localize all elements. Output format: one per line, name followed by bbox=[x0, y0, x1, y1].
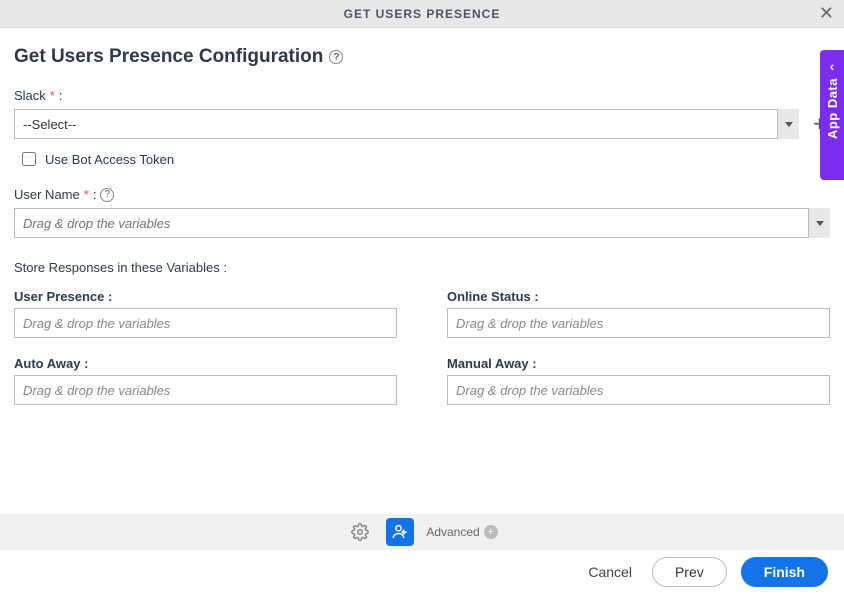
slack-field-row: + bbox=[14, 109, 830, 139]
bottom-toolbar: Advanced + bbox=[0, 514, 844, 550]
username-input[interactable] bbox=[14, 208, 830, 238]
bot-token-checkbox-row[interactable]: Use Bot Access Token bbox=[18, 149, 830, 169]
header-bar: GET USERS PRESENCE ✕ bbox=[0, 0, 844, 28]
user-assign-icon[interactable] bbox=[386, 518, 414, 546]
response-grid: User Presence : Auto Away : Online Statu… bbox=[14, 289, 830, 405]
advanced-button[interactable]: Advanced + bbox=[426, 525, 497, 539]
auto-away-field: Auto Away : bbox=[14, 356, 397, 405]
slack-select[interactable] bbox=[14, 109, 799, 139]
close-icon[interactable]: ✕ bbox=[819, 4, 834, 22]
auto-away-input[interactable] bbox=[14, 375, 397, 405]
slack-label: Slack * : bbox=[14, 88, 830, 103]
colon: : bbox=[93, 187, 97, 202]
slack-label-text: Slack bbox=[14, 88, 46, 103]
advanced-label: Advanced bbox=[426, 525, 479, 539]
response-col-left: User Presence : Auto Away : bbox=[14, 289, 397, 405]
online-status-input[interactable] bbox=[447, 308, 830, 338]
manual-away-label: Manual Away : bbox=[447, 356, 830, 371]
config-form: Get Users Presence Configuration ? Slack… bbox=[0, 28, 844, 405]
store-responses-heading: Store Responses in these Variables : bbox=[14, 260, 830, 275]
user-presence-input[interactable] bbox=[14, 308, 397, 338]
page-title: Get Users Presence Configuration ? bbox=[14, 46, 343, 68]
chevron-down-icon[interactable] bbox=[777, 109, 799, 139]
required-marker: * bbox=[50, 88, 55, 103]
slack-select-input[interactable] bbox=[14, 109, 799, 139]
online-status-field: Online Status : bbox=[447, 289, 830, 338]
page-title-text: Get Users Presence Configuration bbox=[14, 46, 323, 68]
user-presence-label: User Presence : bbox=[14, 289, 397, 304]
help-icon[interactable]: ? bbox=[329, 50, 343, 64]
help-icon[interactable]: ? bbox=[100, 188, 114, 202]
username-field-row bbox=[14, 208, 830, 238]
plus-circle-icon: + bbox=[484, 525, 498, 539]
chevron-left-icon: ‹ bbox=[830, 58, 835, 74]
finish-button[interactable]: Finish bbox=[741, 557, 828, 587]
gear-icon[interactable] bbox=[346, 518, 374, 546]
username-label: User Name * : ? bbox=[14, 187, 830, 202]
username-label-text: User Name bbox=[14, 187, 80, 202]
manual-away-input[interactable] bbox=[447, 375, 830, 405]
chevron-down-icon[interactable] bbox=[808, 208, 830, 238]
response-col-right: Online Status : Manual Away : bbox=[447, 289, 830, 405]
app-data-tab[interactable]: ‹ App Data bbox=[820, 50, 844, 180]
username-input-wrap[interactable] bbox=[14, 208, 830, 238]
bot-token-checkbox[interactable] bbox=[22, 152, 36, 166]
footer: Cancel Prev Finish bbox=[0, 550, 844, 594]
app-data-label: App Data bbox=[825, 78, 840, 139]
header-title: GET USERS PRESENCE bbox=[344, 7, 501, 21]
online-status-label: Online Status : bbox=[447, 289, 830, 304]
auto-away-label: Auto Away : bbox=[14, 356, 397, 371]
bot-token-label: Use Bot Access Token bbox=[45, 152, 174, 167]
colon: : bbox=[59, 88, 63, 103]
user-presence-field: User Presence : bbox=[14, 289, 397, 338]
prev-button[interactable]: Prev bbox=[652, 557, 727, 587]
manual-away-field: Manual Away : bbox=[447, 356, 830, 405]
required-marker: * bbox=[84, 187, 89, 202]
cancel-button[interactable]: Cancel bbox=[582, 563, 638, 581]
